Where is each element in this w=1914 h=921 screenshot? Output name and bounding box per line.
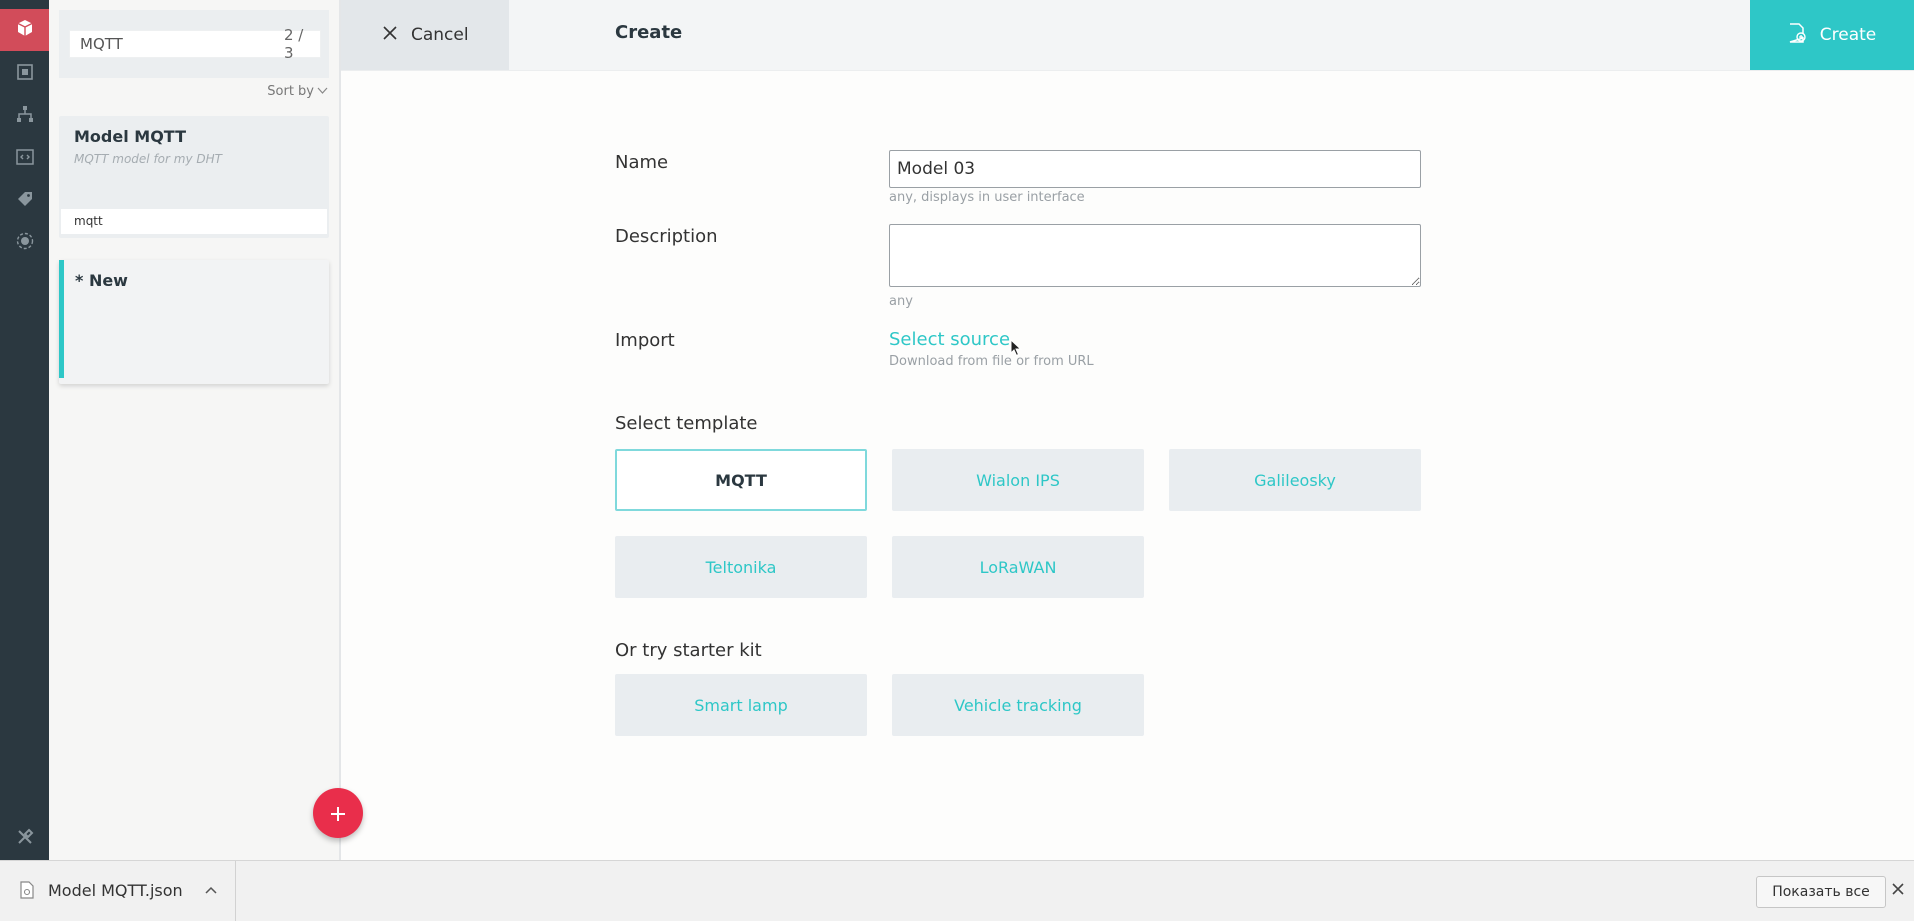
satellite-icon <box>15 231 35 255</box>
chevron-up-icon[interactable] <box>205 883 217 897</box>
top-bar: Cancel Create Create <box>341 0 1914 71</box>
download-bar: Model MQTT.json Показать все <box>0 860 1914 921</box>
icon-rail <box>0 0 49 860</box>
nav-satellite[interactable] <box>0 222 49 264</box>
model-card-tag: mqtt <box>61 209 327 234</box>
starter-kit-heading: Or try starter kit <box>615 640 762 661</box>
description-textarea[interactable] <box>889 224 1421 287</box>
template-galileosky-button[interactable]: Galileosky <box>1169 449 1421 511</box>
nav-tags[interactable] <box>0 180 49 222</box>
sort-by-label: Sort by <box>267 84 314 99</box>
tag-icon <box>15 189 35 213</box>
create-button[interactable]: Create <box>1750 0 1914 70</box>
template-wialon-ips-button[interactable]: Wialon IPS <box>892 449 1144 511</box>
add-model-button[interactable] <box>313 788 363 838</box>
nav-hierarchy[interactable] <box>0 95 49 137</box>
search-result-count: 2 / 3 <box>284 26 304 62</box>
model-card-description: MQTT model for my DHT <box>74 152 222 166</box>
name-input[interactable] <box>889 150 1421 188</box>
select-source-link[interactable]: Select source <box>889 329 1010 350</box>
create-label: Create <box>1819 25 1877 45</box>
import-hint: Download from file or from URL <box>889 354 1094 369</box>
frame-icon <box>15 62 35 86</box>
template-mqtt-button[interactable]: MQTT <box>615 449 867 511</box>
cancel-button[interactable]: Cancel <box>341 0 509 70</box>
name-hint: any, displays in user interface <box>889 190 1085 205</box>
close-icon[interactable] <box>1892 879 1904 900</box>
description-hint: any <box>889 294 913 309</box>
starter-smart-lamp-button[interactable]: Smart lamp <box>615 674 867 736</box>
import-label: Import <box>615 330 675 351</box>
nav-frames[interactable] <box>0 53 49 95</box>
download-file-name: Model MQTT.json <box>48 881 183 900</box>
template-lorawan-button[interactable]: LoRaWAN <box>892 536 1144 598</box>
select-template-heading: Select template <box>615 413 758 434</box>
sort-by-button[interactable]: Sort by <box>267 84 328 99</box>
page-title: Create <box>615 22 683 43</box>
hierarchy-icon <box>15 104 35 128</box>
chevron-down-icon <box>317 84 328 99</box>
file-icon <box>20 881 34 903</box>
starter-vehicle-tracking-button[interactable]: Vehicle tracking <box>892 674 1144 736</box>
plus-icon <box>329 796 347 831</box>
search-input[interactable] <box>70 32 284 56</box>
box-icon <box>15 18 35 42</box>
selected-accent-bar <box>59 260 64 378</box>
cancel-label: Cancel <box>411 25 469 45</box>
code-icon <box>15 147 35 171</box>
description-label: Description <box>615 226 718 247</box>
show-all-downloads-button[interactable]: Показать все <box>1756 876 1886 908</box>
nav-tools[interactable] <box>0 818 49 860</box>
tools-icon <box>15 827 35 851</box>
model-card-mqtt[interactable]: Model MQTT MQTT model for my DHT mqtt <box>59 116 329 238</box>
model-list-panel: 2 / 3 Sort by Model MQTT MQTT model for … <box>49 0 363 860</box>
template-teltonika-button[interactable]: Teltonika <box>615 536 867 598</box>
nav-models[interactable] <box>0 9 49 51</box>
name-label: Name <box>615 152 669 173</box>
nav-code[interactable] <box>0 138 49 180</box>
model-card-new[interactable]: * New <box>59 260 329 384</box>
search-area: 2 / 3 <box>59 10 329 78</box>
mouse-cursor-icon <box>1010 338 1022 361</box>
search-box: 2 / 3 <box>69 26 321 62</box>
close-icon <box>383 25 397 45</box>
model-card-title: * New <box>75 271 128 290</box>
document-plus-icon <box>1788 22 1806 48</box>
download-item[interactable]: Model MQTT.json <box>0 861 236 921</box>
model-card-title: Model MQTT <box>74 127 186 146</box>
